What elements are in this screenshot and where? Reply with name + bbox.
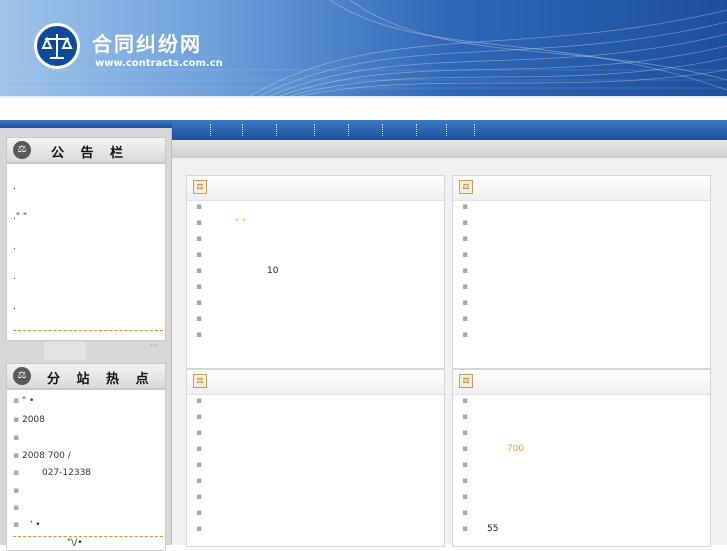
site-url: www.contracts.com.cn [95,58,223,69]
content-panel: ⚖ ▪ ▪ ▪ ▪ ▪ ▪ ▪ ▪ ▪ [452,175,711,369]
notice-item[interactable]: . [13,242,16,252]
hot-item[interactable]: " • [22,396,34,406]
panel-item[interactable]: " " [205,218,246,228]
content-panel: ⚖ ▪ ▪ " " ▪ ▪ ▪ 10 ▪ ▪ ▪ ▪ [186,175,445,369]
notice-board-title: 公 告 栏 [51,146,130,161]
panel-item[interactable]: 10 [205,266,278,276]
notice-board-header: ⚖ 公 告 栏 [6,137,166,163]
notice-item[interactable]: . [13,302,16,312]
hot-topics-box: ▪ " • ▪ 2008 ▪ ▪ 2008 700 / ▪ 027-12338 … [6,389,166,551]
panel-header: ⚖ [187,176,444,201]
hot-item[interactable]: 2008 700 / [22,451,71,461]
divider [0,96,727,98]
hot-item[interactable]: 2008 [22,415,45,425]
nav-separator [382,124,384,136]
hot-topics-title: 分 站 热 点 [47,372,155,387]
nav-separator [314,124,316,136]
nav-separator [474,124,476,136]
panel-item[interactable]: 55 [471,524,498,534]
nav-separator [348,124,350,136]
sub-nav-bar [172,140,727,158]
sidebar-top-strip [0,120,172,128]
scales-icon: ⚖ [459,374,473,388]
content-panel: ⚖ ▪ ▪ ▪ ▪ ▪ ▪ ▪ ▪ ▪ [186,369,445,547]
content-panel: ⚖ ▪ ▪ ▪ ▪ 700 ▪ ▪ ▪ ▪ ▪ 55 [452,369,711,547]
scales-icon [34,23,80,69]
nav-separator [276,124,278,136]
panel-header: ⚖ [453,370,710,395]
header-banner: 合同纠纷网 www.contracts.com.cn [0,0,727,96]
sidebar: ⚖ 公 告 栏 . ." " . . . ··· ⚖ 分 站 热 点 ▪ " •… [0,128,172,551]
scales-icon: ⚖ [193,180,207,194]
panel-header: ⚖ [187,370,444,395]
panel-header: ⚖ [453,176,710,201]
hot-topics-header: ⚖ 分 站 热 点 [6,363,166,389]
scales-icon: ⚖ [459,180,473,194]
hot-item[interactable]: 027-12338 [22,468,91,478]
panel-item[interactable]: 700 [471,444,524,454]
scales-icon: ⚖ [13,367,31,385]
scales-icon: ⚖ [193,374,207,388]
notice-item[interactable]: . [13,182,16,192]
nav-separator [242,124,244,136]
nav-separator [210,124,212,136]
hot-item[interactable]: "\/• [67,538,83,548]
tab-placeholder[interactable] [44,342,86,360]
nav-separator [416,124,418,136]
dashed-divider [13,536,163,537]
notice-item[interactable]: . [13,272,16,282]
tab-strip [6,342,164,360]
notice-board-box: . ." " . . . [6,163,166,341]
dashed-divider [13,330,163,331]
scales-icon: ⚖ [13,141,31,159]
main-nav-bar [172,120,727,140]
notice-item[interactable]: ." " [13,212,27,222]
nav-separator [446,124,448,136]
hot-item[interactable]: ' • [22,520,41,530]
site-title: 合同纠纷网 [92,32,202,56]
